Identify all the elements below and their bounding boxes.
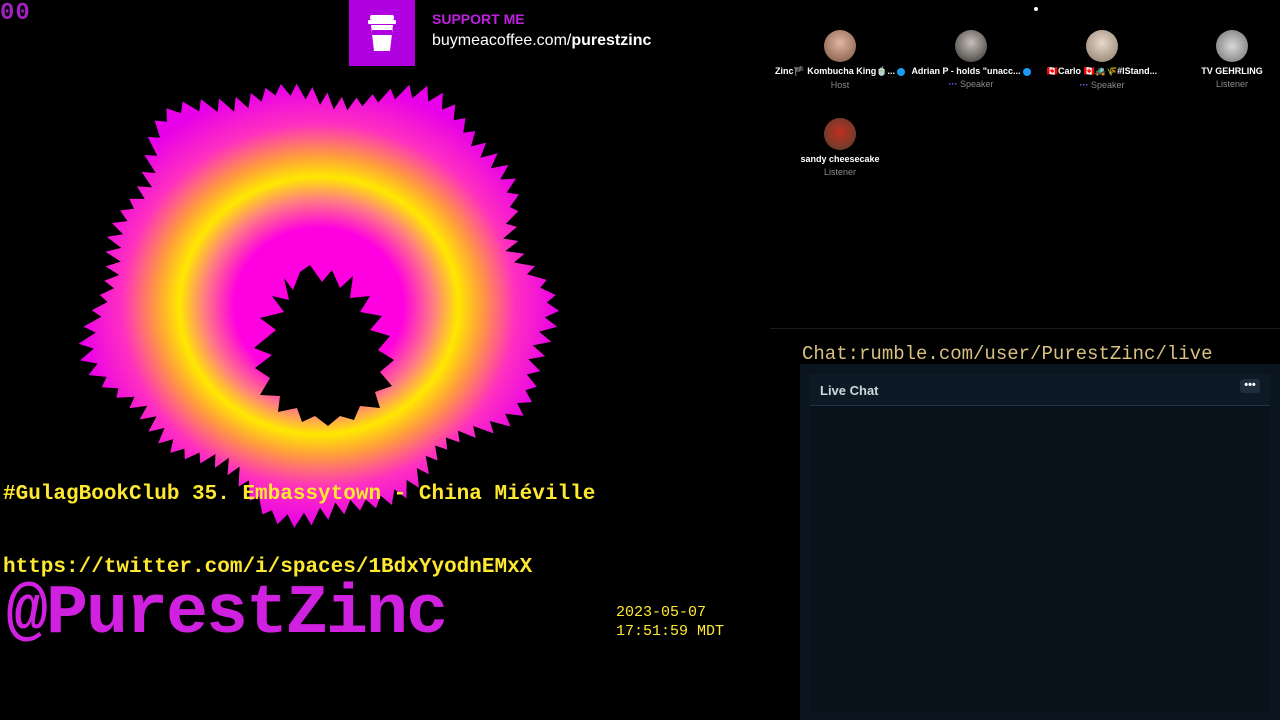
speaking-icon: ··· [948, 79, 960, 89]
support-url[interactable]: buymeacoffee.com/purestzinc [432, 32, 651, 50]
section-divider [770, 328, 1280, 329]
episode-title: #GulagBookClub 35. Embassytown - China M… [3, 483, 596, 506]
participant-name: Zinc🏴 Kombucha King🍵... [775, 66, 905, 77]
stream-time: 17:51:59 MDT [616, 623, 725, 640]
indicator-dot [1034, 7, 1038, 11]
avatar [824, 118, 856, 150]
chat-header: Live Chat ••• [810, 374, 1270, 406]
participant-card[interactable]: Adrian P - holds "unacc... ··· Speaker [906, 30, 1036, 89]
avatar [1086, 30, 1118, 62]
support-label: SUPPORT ME [432, 11, 525, 27]
more-horizontal-icon[interactable]: ••• [1240, 379, 1260, 393]
avatar [824, 30, 856, 62]
participant-role: Host [830, 80, 850, 90]
participant-role: ··· Speaker [948, 79, 994, 89]
avatar [955, 30, 987, 62]
participant-name: TV GEHRLING [1201, 66, 1263, 76]
participant-role: ··· Speaker [1079, 80, 1125, 90]
live-chat-panel: Live Chat ••• [800, 364, 1280, 720]
stream-date: 2023-05-07 [616, 604, 707, 621]
avatar [1216, 30, 1248, 62]
participant-name: 🇨🇦Carlo 🇨🇦🚜🌾#IStand... [1046, 66, 1158, 76]
speaking-icon: ··· [1079, 80, 1091, 90]
verified-badge-icon [1022, 67, 1031, 76]
participant-role: Listener [823, 167, 857, 177]
participant-name: Adrian P - holds "unacc... [911, 66, 1031, 76]
participant-card[interactable]: 🇨🇦Carlo 🇨🇦🚜🌾#IStand... ··· Speaker [1037, 30, 1167, 90]
participant-role: Listener [1215, 79, 1249, 89]
participant-card[interactable]: TV GEHRLING Listener [1167, 30, 1280, 89]
stream-counter: 00 [0, 0, 31, 27]
participant-name: sandy cheesecake [800, 154, 880, 164]
chat-messages[interactable] [810, 406, 1270, 712]
participant-card[interactable]: sandy cheesecake Listener [775, 118, 905, 177]
channel-handle: @PurestZinc [6, 575, 448, 654]
chat-url[interactable]: Chat:rumble.com/user/PurestZinc/live [802, 343, 1212, 365]
verified-badge-icon [896, 67, 905, 76]
participant-card[interactable]: Zinc🏴 Kombucha King🍵... Host [775, 30, 905, 90]
audio-visualizer [78, 83, 560, 528]
chat-title: Live Chat [820, 383, 879, 398]
